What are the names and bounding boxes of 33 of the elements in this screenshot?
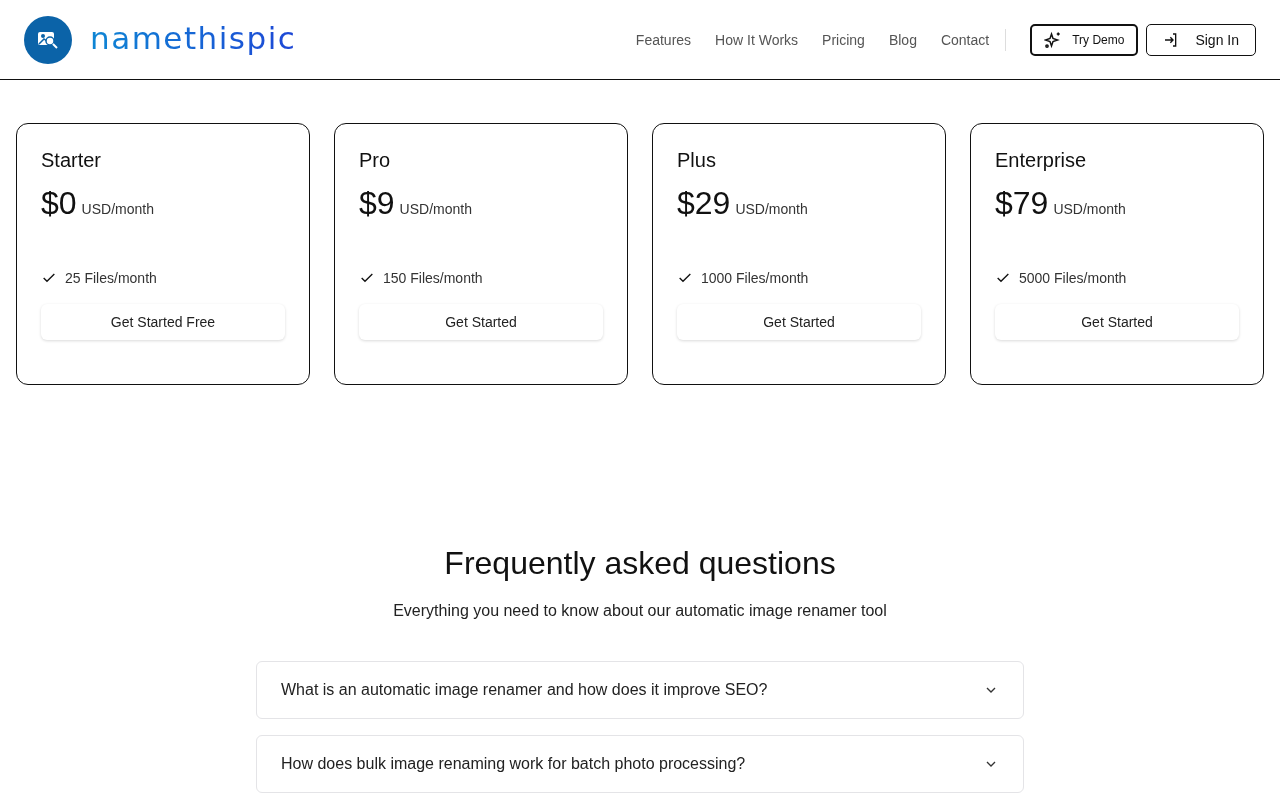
- faq-subtitle: Everything you need to know about our automatic image renamer tool: [393, 602, 887, 619]
- get-started-button[interactable]: Get Started: [359, 304, 603, 340]
- plan-name: Enterprise: [995, 149, 1087, 172]
- price-period: USD/month: [81, 201, 154, 217]
- plan-price: $9: [359, 185, 395, 222]
- faq-question[interactable]: What is an automatic image renamer and how does it improve SEO?: [256, 661, 1024, 719]
- price-period: USD/month: [399, 201, 472, 217]
- nav-link[interactable]: Contact: [940, 31, 990, 48]
- price-period: USD/month: [1053, 201, 1126, 217]
- try-demo-button[interactable]: Try Demo: [1030, 23, 1139, 56]
- get-started-button[interactable]: Get Started Free: [41, 304, 285, 340]
- plan-name: Plus: [677, 149, 716, 172]
- sign-in-button[interactable]: Sign In: [1146, 23, 1256, 56]
- nav-link[interactable]: Blog: [888, 31, 917, 48]
- sparkles-icon: [1044, 30, 1063, 49]
- logo-icon: [24, 15, 72, 64]
- plan-price: $79: [995, 185, 1049, 222]
- plan-name: Pro: [359, 149, 391, 172]
- nav-link[interactable]: How It Works: [715, 31, 799, 48]
- nav-link[interactable]: Features: [635, 31, 692, 48]
- plan-feature: 5000 Files/month: [1019, 270, 1127, 286]
- plan-name: Starter: [41, 149, 102, 172]
- price-period: USD/month: [735, 201, 808, 217]
- plan-price: $0: [41, 185, 77, 222]
- get-started-button[interactable]: Get Started: [995, 304, 1239, 340]
- plan-feature: 25 Files/month: [65, 270, 157, 286]
- plan-feature: 150 Files/month: [383, 270, 483, 286]
- plan-price: $29: [677, 185, 731, 222]
- nav-link[interactable]: Pricing: [822, 31, 865, 48]
- faq-question[interactable]: How does bulk image renaming work for batch photo processing?: [256, 735, 1024, 793]
- plan-feature: 1000 Files/month: [701, 270, 809, 286]
- faq-title: Frequently asked questions: [444, 545, 836, 582]
- get-started-button[interactable]: Get Started: [677, 304, 921, 340]
